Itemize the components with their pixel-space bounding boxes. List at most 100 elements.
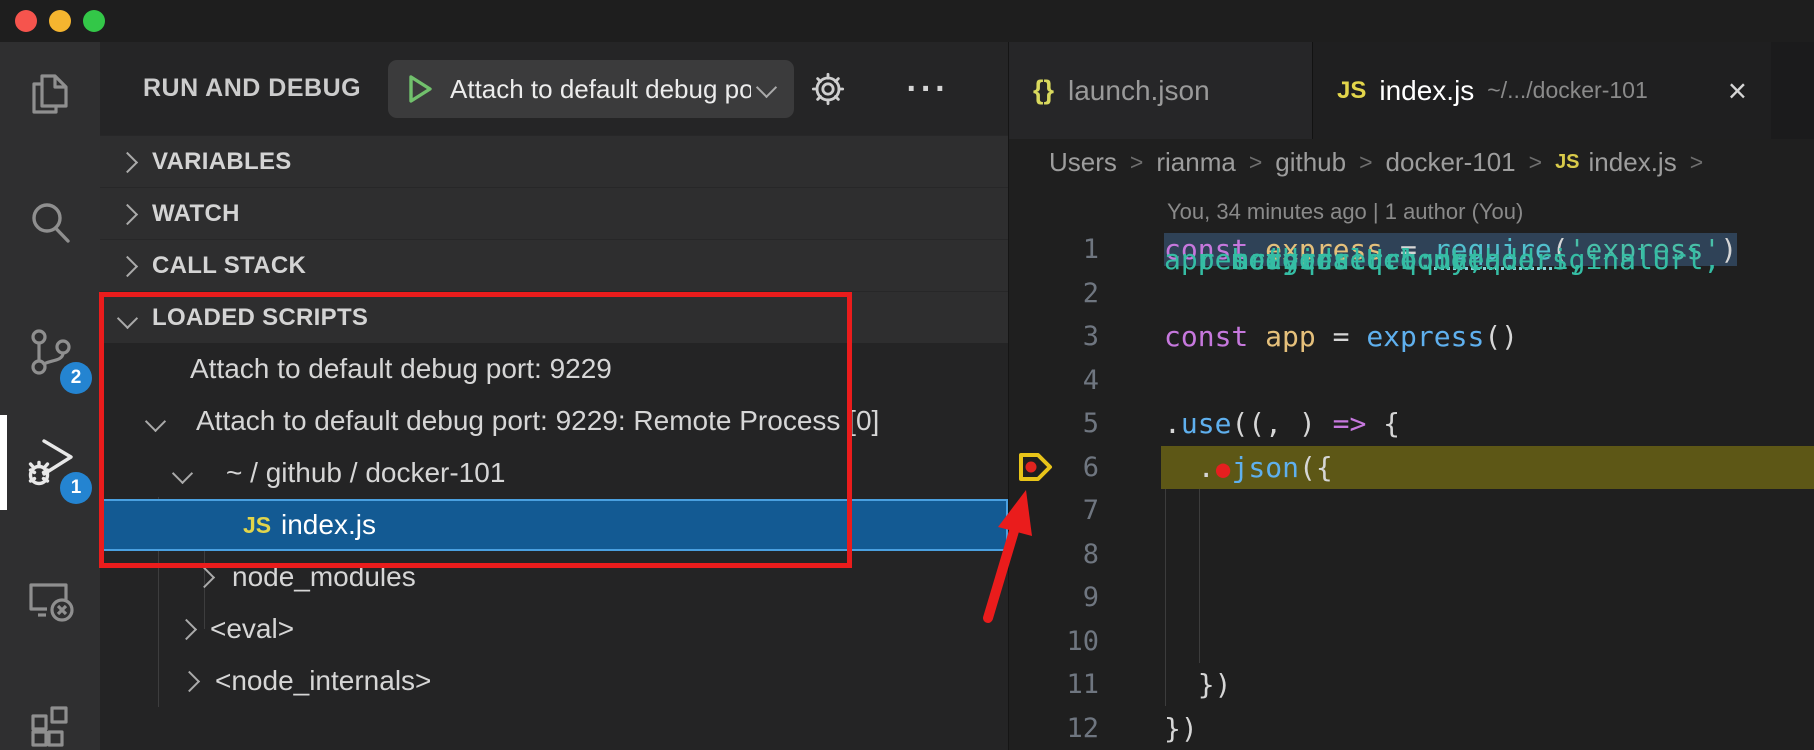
code-line[interactable]: 11 }): [1009, 663, 1814, 707]
breadcrumb-item[interactable]: github: [1275, 147, 1346, 178]
code-line-content: originalUrl: req.originalUrl,: [1164, 533, 1814, 577]
section-call-stack[interactable]: CALL STACK: [100, 239, 1008, 291]
line-number[interactable]: 1: [1009, 228, 1099, 272]
line-number[interactable]: 9: [1009, 576, 1099, 620]
scm-badge: 2: [60, 362, 92, 394]
line-number[interactable]: 3: [1009, 315, 1099, 359]
code-token: app: [1265, 320, 1316, 353]
code-token: }): [1164, 712, 1198, 745]
activity-run-debug[interactable]: 1: [0, 410, 100, 514]
code-line[interactable]: 5app.use((req, res) => {: [1009, 402, 1814, 446]
code-token: const: [1164, 320, 1265, 353]
breadcrumb-item[interactable]: index.js: [1589, 147, 1677, 178]
code-line-content: const app = express(): [1164, 315, 1814, 359]
breadcrumb-item[interactable]: Users: [1049, 147, 1117, 178]
remote-explorer-icon: [24, 573, 76, 625]
section-watch[interactable]: WATCH: [100, 187, 1008, 239]
code-token: ,: [1265, 407, 1299, 440]
breadcrumb-item[interactable]: rianma: [1156, 147, 1235, 178]
chevron-down-icon: [117, 308, 138, 329]
code-token: ({: [1299, 451, 1333, 484]
loaded-script-item[interactable]: Attach to default debug port: 9229: Remo…: [100, 395, 1008, 447]
tab-label: launch.json: [1068, 75, 1210, 107]
line-number[interactable]: 4: [1009, 359, 1099, 403]
activity-search[interactable]: [0, 172, 100, 276]
code-token: [1164, 451, 1198, 484]
tab-launch-json[interactable]: {} launch.json: [1009, 42, 1313, 139]
json-file-icon: {}: [1033, 75, 1054, 106]
active-view-indicator: [0, 415, 7, 510]
line-number[interactable]: 5: [1009, 402, 1099, 446]
code-token: .: [1198, 451, 1215, 484]
loaded-script-item[interactable]: <node_internals>: [100, 655, 1008, 707]
line-number[interactable]: 7: [1009, 489, 1099, 533]
activity-explorer[interactable]: [0, 42, 100, 146]
code-line[interactable]: 7 headers: req.headers,: [1009, 489, 1814, 533]
code-text: originalUrl: req.originalUrl,: [1164, 538, 1231, 571]
tab-description: ~/.../docker-101: [1487, 77, 1647, 104]
tab-label: index.js: [1379, 75, 1474, 107]
section-label: CALL STACK: [152, 240, 306, 292]
chevron-right-icon: [194, 567, 215, 588]
breadcrumb-item[interactable]: docker-101: [1386, 147, 1516, 178]
section-label: LOADED SCRIPTS: [152, 292, 368, 344]
minimize-window-button[interactable]: [49, 10, 71, 32]
line-number[interactable]: 11: [1009, 663, 1099, 707]
code-token: ): [1299, 407, 1333, 440]
code-editor[interactable]: You, 34 minutes ago | 1 author (You) 1co…: [1009, 185, 1814, 750]
code-token: =>: [1333, 407, 1367, 440]
code-line[interactable]: 10 method: req.method: [1009, 620, 1814, 664]
tree-item-label: ~ / github / docker-101: [226, 447, 505, 499]
tree-item-label: <eval>: [210, 603, 294, 655]
line-number[interactable]: 12: [1009, 707, 1099, 750]
breadcrumb: Users>rianma>github>docker-101>JSindex.j…: [1009, 139, 1814, 185]
zoom-window-button[interactable]: [83, 10, 105, 32]
breadcrumb-separator: >: [1690, 149, 1703, 176]
code-line[interactable]: 3 const app = express(): [1009, 315, 1814, 359]
loaded-script-item[interactable]: <eval>: [100, 603, 1008, 655]
code-line[interactable]: 4: [1009, 359, 1814, 403]
start-debug-icon[interactable]: [408, 74, 434, 104]
code-line-content: res.●json({: [1161, 446, 1814, 490]
tab-index-js[interactable]: JS index.js ~/.../docker-101 ×: [1313, 42, 1771, 139]
section-variables[interactable]: VARIABLES: [100, 135, 1008, 187]
loaded-script-item[interactable]: ~ / github / docker-101: [100, 447, 1008, 499]
line-number[interactable]: 2: [1009, 272, 1099, 316]
close-window-button[interactable]: [15, 10, 37, 32]
loaded-script-item[interactable]: node_modules: [100, 551, 1008, 603]
code-token: =: [1316, 320, 1367, 353]
chevron-right-icon: [179, 671, 200, 692]
indent-guide: [1165, 489, 1166, 706]
code-token: [1164, 625, 1231, 658]
code-line[interactable]: 2: [1009, 272, 1814, 316]
line-number[interactable]: 8: [1009, 533, 1099, 577]
section-loaded-scripts[interactable]: LOADED SCRIPTS: [100, 291, 1008, 343]
code-line[interactable]: 12}): [1009, 707, 1814, 750]
loaded-script-item[interactable]: Attach to default debug port: 9229: [100, 343, 1008, 395]
code-line[interactable]: 6 res.●json({: [1009, 446, 1814, 490]
activity-remote-explorer[interactable]: [0, 547, 100, 651]
chevron-down-icon: [172, 463, 193, 484]
code-line[interactable]: 8 originalUrl: req.originalUrl,: [1009, 533, 1814, 577]
section-label: VARIABLES: [152, 136, 292, 188]
activity-source-control[interactable]: 2: [0, 300, 100, 404]
close-tab-icon[interactable]: ×: [1728, 76, 1747, 106]
chevron-right-icon: [176, 619, 197, 640]
files-icon: [24, 68, 76, 120]
code-token: [1164, 494, 1231, 527]
code-token: }): [1164, 668, 1231, 701]
activity-extensions[interactable]: [0, 672, 100, 750]
more-actions-icon[interactable]: ···: [896, 60, 960, 118]
debug-config-dropdown[interactable]: Attach to default debug po: [388, 60, 794, 118]
gear-icon[interactable]: [806, 60, 850, 118]
tree-item-label: Attach to default debug port: 9229: Remo…: [196, 395, 879, 447]
line-number[interactable]: 10: [1009, 620, 1099, 664]
breakpoint-gutter-marker-icon[interactable]: [1017, 451, 1055, 483]
code-text: headers: req.headers,: [1164, 494, 1231, 527]
code-line[interactable]: 9 body: req.body,: [1009, 576, 1814, 620]
code-text: }): [1164, 712, 1198, 745]
loaded-script-item[interactable]: JSindex.js: [100, 499, 1008, 551]
js-file-icon: JS: [1337, 77, 1366, 105]
code-line-content: headers: req.headers,: [1164, 489, 1814, 533]
code-line-content: [1164, 272, 1814, 316]
